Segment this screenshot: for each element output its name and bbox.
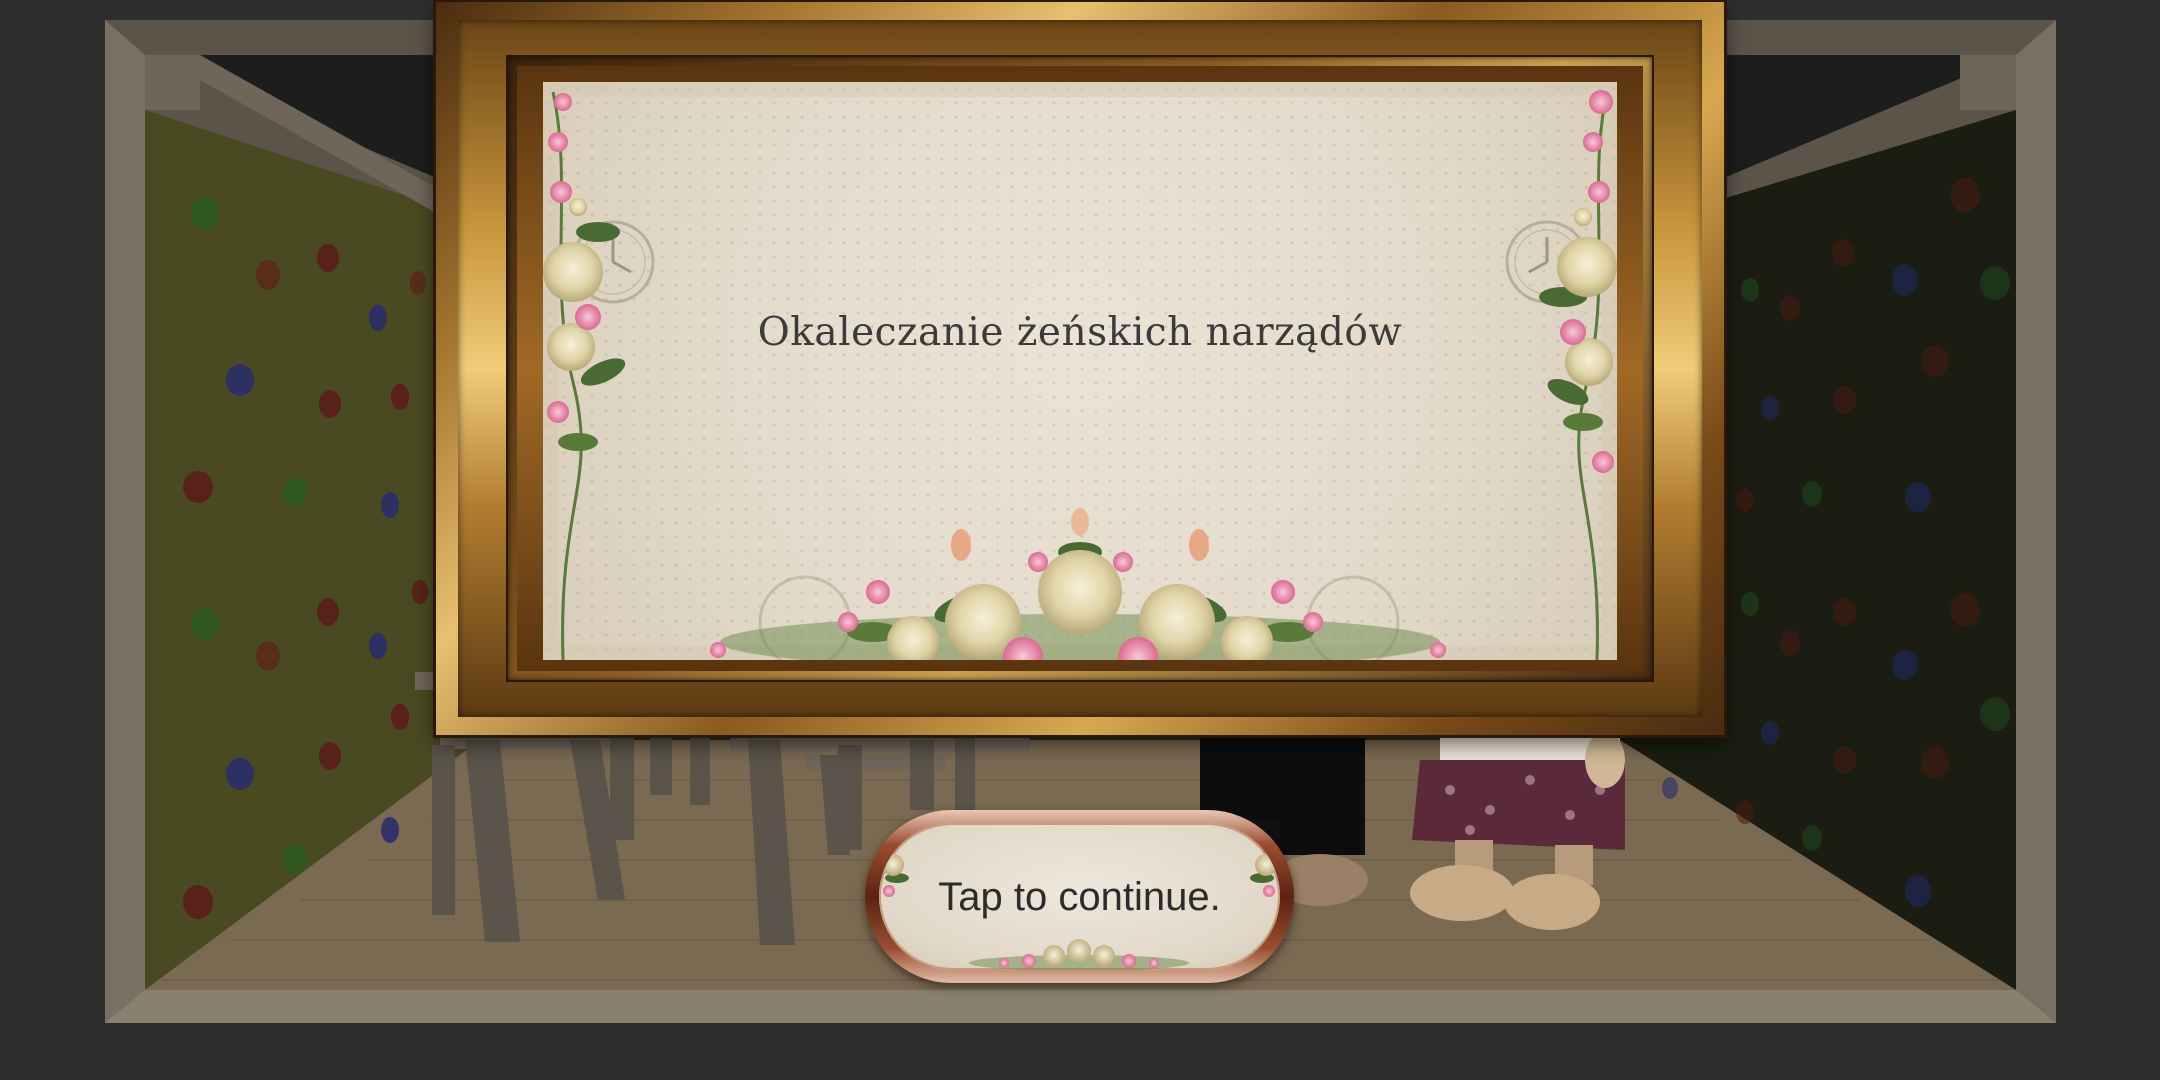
continue-button-label: Tap to continue.	[938, 875, 1221, 919]
dialog-frame: Okaleczanie żeńskich narządów	[436, 2, 1724, 735]
character-girl	[1410, 732, 1625, 930]
continue-button[interactable]: Tap to continue.	[865, 810, 1294, 983]
dialog-canvas: Okaleczanie żeńskich narządów	[543, 82, 1617, 660]
rose-bouquet-icon	[543, 82, 1617, 660]
dialog-title: Okaleczanie żeńskich narządów	[757, 310, 1403, 355]
continue-button-face[interactable]: Tap to continue.	[879, 823, 1280, 970]
